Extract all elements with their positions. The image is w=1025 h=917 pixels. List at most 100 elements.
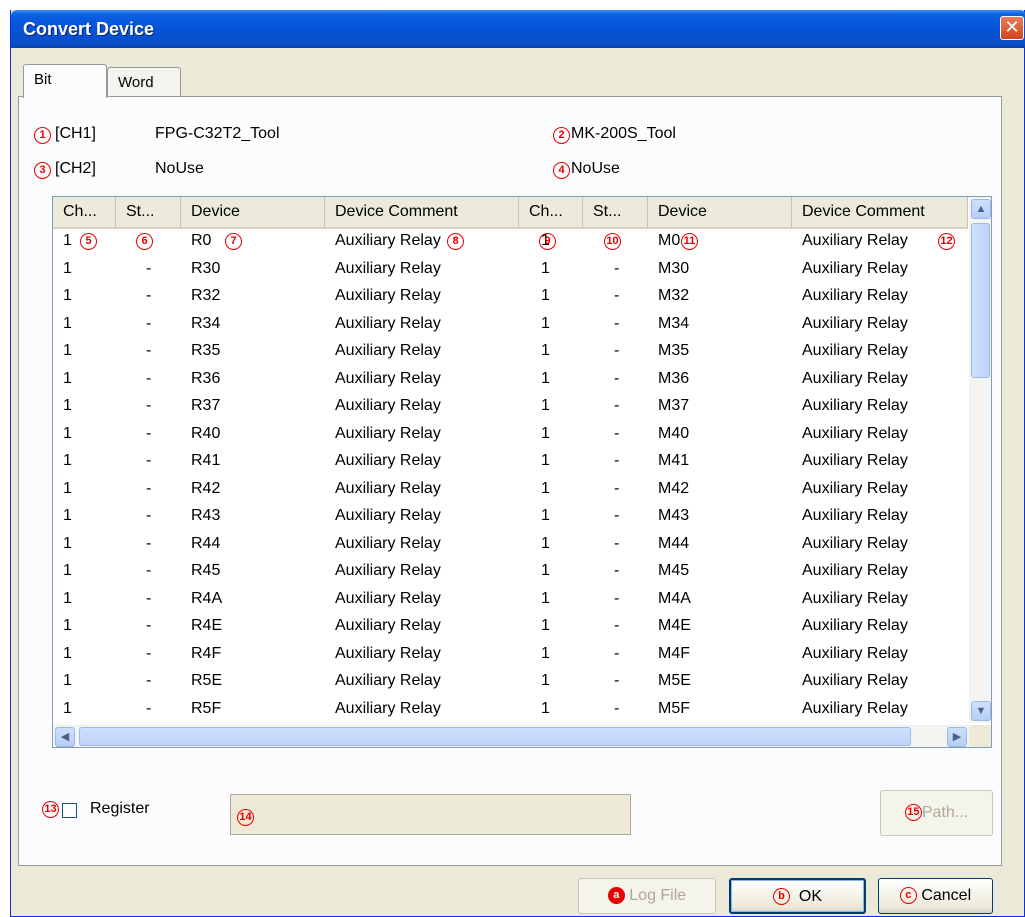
table-row[interactable]: 1 - R35 Auxiliary Relay 1 - M35 Auxiliary Relay — [53, 339, 968, 367]
cell-device-source: R5F — [191, 699, 222, 717]
table-row[interactable]: 1 - R44 Auxiliary Relay 1 - M44 Auxiliary Relay — [53, 532, 968, 560]
cell-ch-target: 1 — [541, 259, 550, 277]
vertical-scroll-thumb[interactable] — [971, 223, 990, 378]
cell-comment-target: Auxiliary Relay — [802, 314, 908, 332]
cell-status-target: - — [614, 617, 620, 634]
table-row[interactable]: 1 - R45 Auxiliary Relay 1 - M45 Auxiliary Relay — [53, 559, 968, 587]
cell-device-target: M0 — [658, 232, 681, 249]
cell-status-source: - — [146, 452, 152, 469]
table-row[interactable]: 1 - R5E Auxiliary Relay 1 - M5E Auxiliary Relay — [53, 669, 968, 697]
register-label[interactable]: Register — [90, 800, 150, 818]
cell-comment-source: Auxiliary Relay — [335, 589, 441, 607]
path-display-field: 14 — [230, 794, 631, 835]
table-row[interactable]: 1 - R30 Auxiliary Relay 1 - M30 Auxiliary Relay — [53, 257, 968, 285]
cell-device-target: M34 — [658, 314, 690, 332]
cell-ch-target: 1 — [541, 424, 550, 442]
cell-device-source: R30 — [191, 259, 221, 277]
cell-status-source: - — [146, 287, 152, 304]
cell-ch-target: 1 — [541, 507, 550, 524]
cell-status-target: - — [614, 452, 620, 469]
cell-ch-target: 1 — [541, 617, 550, 634]
horizontal-scroll-thumb[interactable] — [79, 727, 911, 746]
scroll-down-button[interactable]: ▼ — [971, 701, 991, 721]
path-button[interactable]: 15 Path... — [880, 790, 993, 836]
table-row[interactable]: 1 - R4F Auxiliary Relay 1 - M4F Auxiliary Relay — [53, 642, 968, 670]
table-row[interactable]: 1 - R37 Auxiliary Relay 1 - M37 Auxiliary Relay — [53, 394, 968, 422]
table-row[interactable]: 1 - R5F Auxiliary Relay 1 - M5F Auxiliary Relay — [53, 697, 968, 725]
table-row[interactable]: 1 - R32 Auxiliary Relay 1 - M32 Auxiliary Relay — [53, 284, 968, 312]
close-button[interactable]: ✕ — [1000, 16, 1024, 40]
marker-14: 14 — [237, 809, 254, 826]
table-row[interactable]: 1 - R36 Auxiliary Relay 1 - M36 Auxiliary Relay — [53, 367, 968, 395]
register-checkbox[interactable] — [62, 803, 77, 818]
scroll-left-button[interactable]: ◀ — [55, 727, 75, 747]
cell-device-source: R42 — [191, 479, 221, 497]
table-row[interactable]: 1 - R42 Auxiliary Relay 1 - M42 Auxiliary Relay — [53, 477, 968, 505]
ch2-source-device: NoUse — [155, 160, 204, 177]
marker-4: 4 — [553, 162, 570, 179]
cell-comment-target: Auxiliary Relay — [802, 617, 908, 634]
table-row[interactable]: 1 - R40 Auxiliary Relay 1 - M40 Auxiliary Relay — [53, 422, 968, 450]
cell-status-target: - — [614, 369, 620, 387]
cell-device-target: M43 — [658, 507, 690, 524]
col-header-ch-target[interactable]: Ch... — [519, 197, 583, 227]
col-header-device-target[interactable]: Device — [648, 197, 792, 227]
scroll-up-button[interactable]: ▲ — [971, 199, 991, 219]
marker-a: a — [607, 887, 625, 905]
cell-status-target: - — [614, 479, 620, 497]
cancel-button[interactable]: c Cancel — [878, 878, 993, 914]
cell-ch-target: 1 — [541, 314, 550, 332]
ok-button[interactable]: b OK — [729, 878, 866, 914]
cell-status-source: - — [146, 589, 152, 607]
cell-comment-source: Auxiliary Relay — [335, 397, 441, 414]
device-mapping-table[interactable]: Ch... St... Device Device Comment Ch... … — [52, 196, 992, 748]
cell-status-target: - — [614, 534, 620, 552]
cell-device-source: R5E — [191, 672, 223, 689]
cell-comment-target: Auxiliary Relay — [802, 452, 908, 469]
cell-comment-source: Auxiliary Relay — [335, 342, 441, 359]
col-header-status-source[interactable]: St... — [116, 197, 181, 227]
table-row[interactable]: 1 - R4A Auxiliary Relay 1 - M4A Auxiliary Relay — [53, 587, 968, 615]
log-file-label: Log File — [629, 887, 687, 904]
log-file-button[interactable]: a Log File — [578, 878, 716, 914]
col-header-ch-source[interactable]: Ch... — [53, 197, 116, 227]
col-header-device-source[interactable]: Device — [181, 197, 325, 227]
table-row[interactable]: 1 - R4E Auxiliary Relay 1 - M4E Auxiliary Relay — [53, 614, 968, 642]
cell-ch-target: 1 — [541, 589, 550, 607]
marker-10: 10 — [604, 233, 621, 250]
table-row[interactable]: 1 - R41 Auxiliary Relay 1 - M41 Auxiliary Relay — [53, 449, 968, 477]
cell-ch-target: 1 — [541, 287, 550, 304]
cell-comment-target: Auxiliary Relay — [802, 479, 908, 497]
cell-device-source: R0 — [191, 232, 212, 249]
cell-ch-target: 1 — [541, 534, 550, 552]
title-bar[interactable]: Convert Device ✕ — [11, 10, 1025, 48]
ch1-tag: [CH1] — [55, 125, 96, 142]
cell-device-target: M4F — [658, 644, 690, 662]
cell-device-target: M5F — [658, 699, 690, 717]
cell-status-source: - — [146, 369, 152, 387]
cell-comment-source: Auxiliary Relay — [335, 424, 441, 442]
table-row[interactable]: 1 - R43 Auxiliary Relay 1 - M43 Auxiliary Relay — [53, 504, 968, 532]
cell-device-target: M44 — [658, 534, 690, 552]
cell-status-target: - — [614, 287, 620, 304]
cell-status-target: - — [614, 644, 620, 662]
cell-comment-source: Auxiliary Relay — [335, 369, 441, 387]
scroll-right-button[interactable]: ▶ — [947, 727, 967, 747]
dialog-title: Convert Device — [23, 19, 155, 39]
col-header-status-target[interactable]: St... — [583, 197, 648, 227]
tab-bit[interactable]: Bit — [23, 64, 107, 98]
horizontal-scrollbar[interactable]: ◀ ▶ — [53, 725, 969, 747]
cell-comment-target: Auxiliary Relay — [802, 699, 908, 717]
marker-11: 11 — [681, 233, 698, 250]
cell-comment-target: Auxiliary Relay — [802, 342, 908, 359]
table-row[interactable]: 1 R0 Auxiliary Relay 1 M0 Auxiliary Relay — [53, 229, 968, 257]
cell-comment-source: Auxiliary Relay — [335, 287, 441, 304]
cell-device-target: M37 — [658, 397, 690, 414]
col-header-comment-source[interactable]: Device Comment — [325, 197, 519, 227]
tab-word[interactable]: Word — [107, 67, 181, 97]
col-header-comment-target[interactable]: Device Comment — [792, 197, 968, 227]
cell-status-target: - — [614, 424, 620, 442]
table-row[interactable]: 1 - R34 Auxiliary Relay 1 - M34 Auxiliary Relay — [53, 312, 968, 340]
vertical-scrollbar[interactable]: ▲ ▼ — [969, 197, 991, 723]
cell-ch-target: 1 — [541, 342, 550, 359]
